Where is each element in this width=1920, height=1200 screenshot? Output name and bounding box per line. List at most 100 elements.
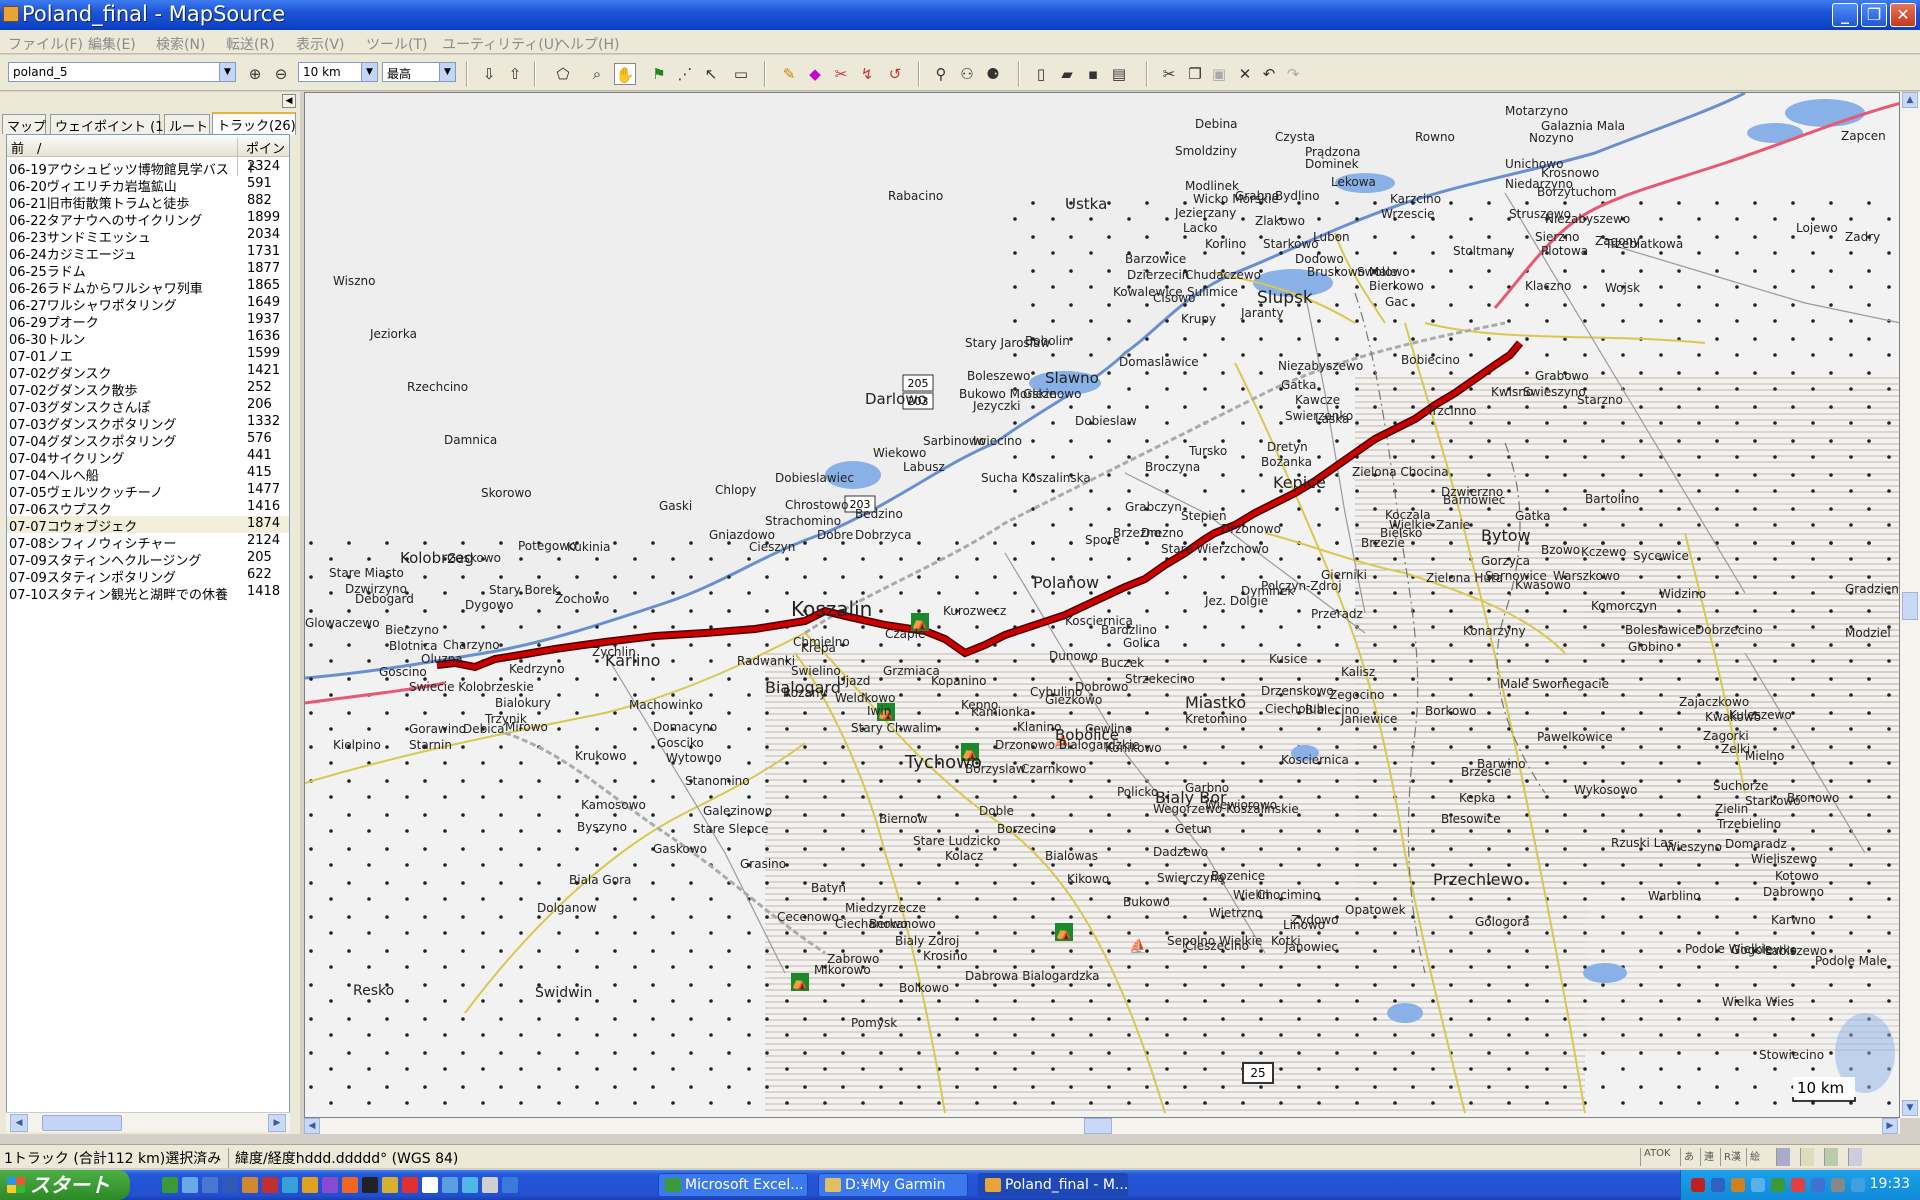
map-place-label[interactable]: Dobre: [817, 528, 853, 542]
map-place-label[interactable]: Gatka: [1281, 378, 1316, 392]
menu-view[interactable]: 表示(V): [296, 34, 345, 54]
track-list-hscrollbar[interactable]: ◀ ▶: [6, 1112, 290, 1132]
ime-romaji[interactable]: R漢: [1720, 1148, 1741, 1166]
track-list-item[interactable]: 07-02グダンスク 1421: [7, 363, 289, 382]
map-place-label[interactable]: Dzierzecin: [1127, 268, 1189, 282]
map-place-label[interactable]: Swolowo: [1357, 265, 1410, 279]
map-place-label[interactable]: Dabrowa Bialogardzka: [965, 969, 1100, 983]
excel-quicklaunch-icon[interactable]: [162, 1177, 178, 1193]
map-place-label[interactable]: Konikowo: [1105, 741, 1162, 755]
save-icon[interactable]: ▪: [1082, 63, 1104, 85]
map-place-label[interactable]: Dygowo: [465, 598, 513, 612]
map-place-label[interactable]: Krupy: [1181, 312, 1216, 326]
map-place-label[interactable]: Slupsk: [1257, 288, 1313, 308]
tray-icon[interactable]: [1691, 1178, 1705, 1192]
map-place-label[interactable]: Ustka: [1065, 195, 1107, 213]
map-place-label[interactable]: Zajaczkowo: [1679, 695, 1749, 709]
map-place-label[interactable]: Cewlino: [1085, 722, 1132, 736]
taskbar-item-excel[interactable]: Microsoft Excel...: [658, 1173, 808, 1197]
map-place-label[interactable]: Stare Miasto: [329, 566, 404, 580]
map-place-label[interactable]: Rzechcino: [407, 380, 468, 394]
track-list-item[interactable]: 07-10スタティン観光と湖畔での休養 1418: [7, 584, 289, 603]
map-place-label[interactable]: Dobieslaw: [1075, 414, 1137, 428]
map-place-label[interactable]: Boleszewo: [967, 369, 1030, 383]
map-place-label[interactable]: Pawelkowice: [1537, 730, 1613, 744]
map-place-label[interactable]: Broczyna: [1145, 460, 1200, 474]
map-place-label[interactable]: Garbno: [1185, 781, 1229, 795]
map-place-label[interactable]: Mikorowo: [814, 963, 871, 977]
redo-icon[interactable]: ↷: [1282, 63, 1304, 85]
route-tool-icon[interactable]: ⋰: [674, 63, 696, 85]
map-place-label[interactable]: Borzytuchom: [1537, 185, 1616, 199]
track-list-item[interactable]: 07-04グダンスクポタリング 576: [7, 431, 289, 450]
map-place-label[interactable]: Podole Wielkie: [1685, 942, 1772, 956]
map-place-label[interactable]: Bydlino: [1275, 189, 1320, 203]
map-place-label[interactable]: Lojewo: [1796, 221, 1838, 235]
map-place-label[interactable]: Bolkowo: [899, 981, 949, 995]
map-place-label[interactable]: Wieliszewo: [1751, 852, 1817, 866]
map-place-label[interactable]: Zlakowo: [1255, 214, 1305, 228]
map-place-label[interactable]: Smoldziny: [1175, 144, 1237, 158]
map-place-label[interactable]: Korlino: [1205, 237, 1246, 251]
map-place-label[interactable]: Wiewiorowo: [1205, 798, 1277, 812]
map-place-label[interactable]: Bukowo: [1123, 895, 1170, 909]
delete-icon[interactable]: ✕: [1234, 63, 1256, 85]
map-hscrollbar[interactable]: ◀ ▶: [304, 1118, 1900, 1134]
track-list-item[interactable]: 07-04サイクリング 441: [7, 448, 289, 467]
map-place-label[interactable]: Glowaczewo: [305, 616, 380, 630]
map-place-label[interactable]: Kepno: [961, 698, 998, 712]
column-header-name[interactable]: 前 /: [11, 138, 41, 157]
zoom-scale-select[interactable]: 10 km ▼: [298, 62, 378, 82]
map-place-label[interactable]: Potegowo: [518, 539, 576, 553]
zoom-in-icon[interactable]: ⊕: [244, 63, 266, 85]
map-place-label[interactable]: Bieczyno: [385, 623, 439, 637]
map-place-label[interactable]: Dretyn: [1267, 440, 1308, 454]
map-place-label[interactable]: Gologora: [1475, 915, 1530, 929]
map-place-label[interactable]: Debica: [463, 722, 505, 736]
map-place-label[interactable]: Motarzyno: [1505, 104, 1568, 118]
track-list-item[interactable]: 06-26ラドムからワルシャワ列車 1865: [7, 278, 289, 297]
map-place-label[interactable]: Cisowo: [1153, 291, 1195, 305]
map-tool-icon[interactable]: ⬠: [552, 63, 574, 85]
map-place-label[interactable]: Biernow: [879, 812, 928, 826]
map-place-label[interactable]: Zielin: [1715, 802, 1748, 816]
map-place-label[interactable]: Koszalin: [791, 597, 872, 621]
map-place-label[interactable]: Charzyno: [443, 638, 500, 652]
chevron-down-icon[interactable]: ▼: [361, 63, 377, 81]
map-place-label[interactable]: Blotnica: [389, 639, 438, 653]
map-place-label[interactable]: Dolganow: [537, 901, 597, 915]
map-place-label[interactable]: Swiecie Kolobrzeskie: [409, 680, 534, 694]
map-place-label[interactable]: Konarzyny: [1463, 624, 1526, 638]
map-place-label[interactable]: Dobrzecino: [1695, 623, 1763, 637]
volume-icon[interactable]: [1831, 1178, 1845, 1192]
map-place-label[interactable]: Domacyno: [653, 720, 717, 734]
map-place-label[interactable]: Wielka Wies: [1722, 995, 1794, 1009]
map-place-label[interactable]: Wietrzno: [1209, 906, 1262, 920]
map-place-label[interactable]: Dobrowo: [1075, 680, 1128, 694]
copy-icon[interactable]: ❐: [1184, 63, 1206, 85]
map-place-label[interactable]: Opatowek: [1345, 903, 1406, 917]
tray-icon[interactable]: [1711, 1178, 1725, 1192]
map-place-label[interactable]: Sepolno Wielkie: [1167, 934, 1262, 948]
map-place-label[interactable]: Polanow: [1033, 573, 1099, 592]
map-place-label[interactable]: Strachomino: [765, 514, 841, 528]
app-quicklaunch-icon[interactable]: [442, 1177, 458, 1193]
track-list-item[interactable]: 06-24カジミエージュ 1731: [7, 244, 289, 263]
map-place-label[interactable]: Berkanowo: [869, 917, 936, 931]
track-list-item[interactable]: 06-25ラドム 1877: [7, 261, 289, 280]
scroll-right-icon[interactable]: ▶: [1882, 1118, 1898, 1134]
map-place-label[interactable]: Grabowo: [1535, 369, 1589, 383]
map-place-label[interactable]: Strzekecino: [1125, 672, 1195, 686]
track-list-item[interactable]: 07-09スタティンヘクルージング 205: [7, 550, 289, 569]
map-place-label[interactable]: Stowiecino: [1759, 1048, 1824, 1062]
scroll-left-icon[interactable]: ◀: [304, 1118, 320, 1134]
track-list-item[interactable]: 07-06スウプスク 1416: [7, 499, 289, 518]
map-place-label[interactable]: Resko: [353, 983, 394, 999]
map-place-label[interactable]: Zychlin: [592, 645, 636, 659]
track-list-item[interactable]: 07-08シフィノウィシチャー 2124: [7, 533, 289, 552]
map-place-label[interactable]: Bozanka: [1261, 455, 1312, 469]
map-place-label[interactable]: Tursko: [1188, 444, 1227, 458]
map-place-label[interactable]: Borzecino: [997, 822, 1056, 836]
map-place-label[interactable]: Stare Slepce: [693, 822, 768, 836]
map-place-label[interactable]: Sycewice: [1633, 549, 1689, 563]
